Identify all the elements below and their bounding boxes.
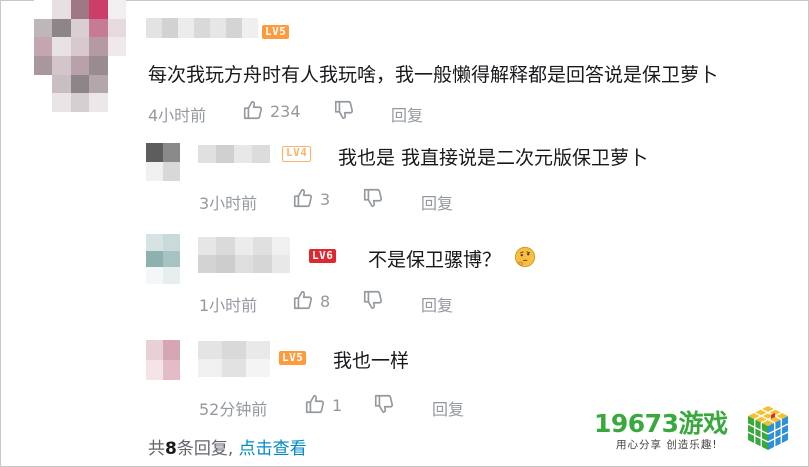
thumbs-down-icon[interactable] — [362, 187, 384, 209]
avatar[interactable] — [146, 143, 180, 181]
comment-time: 4小时前 — [148, 106, 207, 125]
reply-count: 8 — [165, 439, 177, 459]
reply-text: 我也是 我直接说是二次元版保卫萝卜 — [338, 147, 649, 169]
avatar[interactable] — [146, 340, 180, 380]
thumbs-down-icon[interactable] — [333, 99, 355, 121]
avatar[interactable] — [146, 234, 180, 284]
like-count: 3 — [320, 190, 331, 209]
view-replies-link[interactable]: 点击查看 — [239, 439, 307, 459]
level-badge: LV5 — [279, 351, 307, 365]
view-more-replies: 共8条回复, 点击查看 — [148, 434, 307, 459]
like-count: 1 — [332, 396, 343, 415]
username-blurred[interactable] — [146, 18, 258, 38]
reply-time: 3小时前 — [199, 194, 258, 213]
reply-button[interactable]: 回复 — [421, 292, 453, 316]
reply-time: 1小时前 — [199, 296, 258, 315]
reply-button[interactable]: 回复 — [391, 102, 423, 126]
cube-logo-icon — [744, 404, 792, 452]
username-blurred[interactable] — [198, 341, 270, 377]
thumbs-down-icon[interactable] — [362, 289, 384, 311]
reply-time: 52分钟前 — [199, 400, 268, 419]
like-count: 234 — [270, 102, 301, 121]
thumbs-down-icon[interactable] — [373, 393, 395, 415]
thumbs-up-icon[interactable] — [292, 289, 314, 311]
thumbs-up-icon[interactable] — [242, 99, 264, 121]
footer-suffix: 条回复, — [176, 439, 234, 459]
like-count: 8 — [320, 292, 331, 311]
reply-text: 我也一样 — [333, 350, 410, 372]
reply-button[interactable]: 回复 — [421, 190, 453, 214]
logo-name: 19673游戏 — [594, 409, 728, 438]
comment-text: 每次我玩方舟时有人我玩啥，我一般懒得解释都是回答说是保卫萝卜 — [148, 64, 719, 86]
watermark-logo: 19673游戏 用心分享 创造乐趣! — [594, 404, 802, 456]
level-badge: LV4 — [282, 146, 312, 162]
logo-slogan: 用心分享 创造乐趣! — [616, 439, 718, 451]
username-blurred[interactable] — [198, 145, 270, 163]
username-blurred[interactable] — [198, 237, 290, 273]
thinking-face-icon — [514, 246, 536, 268]
thumbs-up-icon[interactable] — [292, 187, 314, 209]
thumbs-up-icon[interactable] — [304, 393, 326, 415]
level-badge: LV5 — [262, 25, 290, 39]
reply-text: 不是保卫骡博？ — [368, 249, 502, 271]
level-badge: LV6 — [309, 249, 337, 263]
reply-button[interactable]: 回复 — [432, 396, 464, 420]
avatar[interactable] — [34, 0, 126, 112]
footer-prefix: 共 — [148, 439, 165, 459]
